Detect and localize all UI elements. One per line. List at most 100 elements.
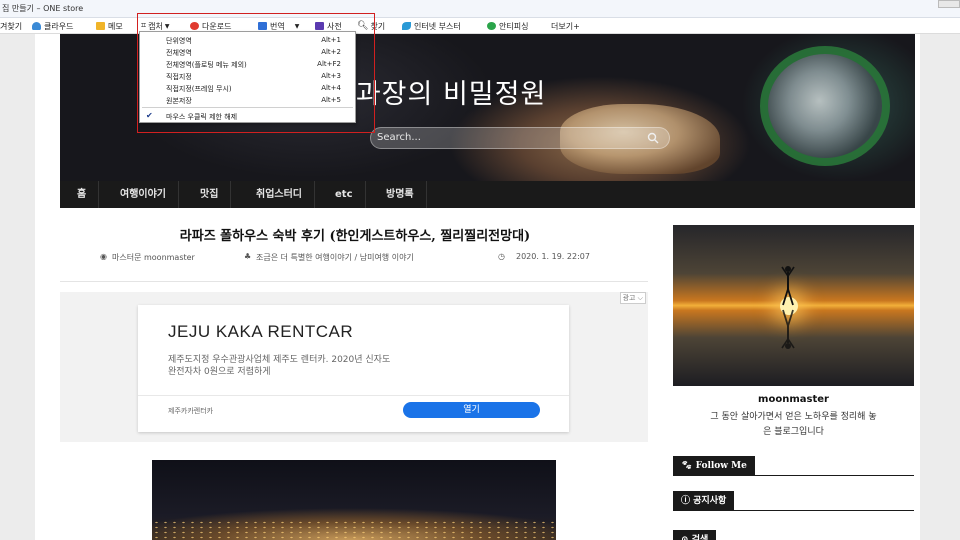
bookmark-find-label: 찾기 <box>370 21 386 31</box>
window-control-button[interactable] <box>938 0 960 8</box>
bookmark-memo-label: 메모 <box>108 21 123 31</box>
download-icon <box>190 22 199 30</box>
bookmark-more[interactable]: 더보기+ <box>551 19 580 33</box>
folder-icon <box>96 22 105 30</box>
widget-search-label: 검색 <box>691 535 709 540</box>
bookmark-cloud-label: 클라우드 <box>44 21 74 31</box>
widget-follow-me-box[interactable]: 🐾︎ Follow Me <box>673 456 755 476</box>
menu-item-unlock-right-click[interactable]: ✔ 마우스 우클릭 제한 해제 <box>140 111 355 122</box>
menu-item-label: 마우스 우클릭 제한 해제 <box>166 113 238 121</box>
nav-guestbook[interactable]: 방명록 <box>374 181 427 208</box>
post-photo-night-city <box>152 460 556 540</box>
search-icon: 🔍︎ <box>357 21 369 31</box>
bookmark-more-label: 더보기+ <box>551 21 580 31</box>
person-reflection-figure <box>781 309 795 349</box>
search-placeholder: Search... <box>377 132 421 143</box>
menu-item-shortcut: Alt+F2 <box>317 60 341 68</box>
blog-title[interactable]: 문과장의 비밀정원 <box>330 72 546 111</box>
profile-description-line1: 그 동안 살아가면서 얻은 노하우를 정리해 놓 <box>710 412 877 422</box>
post-author[interactable]: 마스터문 moonmaster <box>112 252 195 263</box>
nav-job-study[interactable]: 취업스터디 <box>244 181 315 208</box>
chevron-down-icon: ▼ <box>164 22 170 30</box>
rocket-icon <box>402 22 411 30</box>
post-date: 2020. 1. 19. 22:07 <box>516 252 590 261</box>
bookmark-cloud[interactable]: 클라우드 <box>32 19 73 33</box>
menu-item-manual-select-no-frame[interactable]: 직접지정(프레임 무시) Alt+4 <box>140 83 355 94</box>
bookmark-find[interactable]: 🔍︎ 찾기 <box>357 19 385 33</box>
ad-banner: 광고 ⌵ JEJU KAKA RENTCAR 제주도지정 우수관광사업체 제주도… <box>60 292 648 442</box>
bookmark-antiphishing[interactable]: 안티피싱 <box>487 19 528 33</box>
menu-item-shortcut: Alt+4 <box>321 84 341 92</box>
nav-travel[interactable]: 여행이야기 <box>108 181 179 208</box>
crop-icon: ⌗ <box>141 21 147 31</box>
menu-item-label: 전체영역(플로팅 메뉴 제외) <box>166 61 247 69</box>
chevron-down-icon: ▼ <box>294 22 300 30</box>
menu-item-full-area[interactable]: 전체영역 Alt+2 <box>140 47 355 58</box>
profile-name: moonmaster <box>758 394 829 405</box>
menu-item-shortcut: Alt+3 <box>321 72 341 80</box>
ad-divider <box>138 395 569 396</box>
translate-icon <box>258 22 267 30</box>
bookmark-dictionary-label: 사전 <box>327 21 342 31</box>
cloud-icon <box>32 22 41 30</box>
info-icon: ⓘ <box>681 496 694 506</box>
menu-item-full-area-no-floating[interactable]: 전체영역(플로팅 메뉴 제외) Alt+F2 <box>140 59 355 70</box>
bookmark-memo[interactable]: 메모 <box>96 19 123 33</box>
menu-item-label: 직접지정(프레임 무시) <box>166 85 232 93</box>
city-lights <box>152 520 556 540</box>
checkmark-icon: ✔ <box>146 111 153 120</box>
nav-etc[interactable]: etc <box>323 181 366 208</box>
menu-item-shortcut: Alt+5 <box>321 96 341 104</box>
ad-brand: 제주카카렌터카 <box>168 407 214 415</box>
post-meta: ◉ 마스터문 moonmaster ♣ 조금은 더 특별한 여행이야기 / 남미… <box>100 252 620 266</box>
nav-home[interactable]: 홈 <box>65 181 100 208</box>
widget-notice-box[interactable]: ⓘ 공지사항 <box>673 491 735 511</box>
paw-icon: 🐾︎ <box>681 461 696 471</box>
profile-description: 그 동안 살아가면서 얻은 노하우를 정리해 놓 은 블로그입니다 <box>673 410 914 440</box>
widget-notice-label: 공지사항 <box>693 496 727 506</box>
clock-icon: ◷ <box>498 252 505 261</box>
category-icon: ♣ <box>244 252 252 261</box>
menu-item-shortcut: Alt+2 <box>321 48 341 56</box>
widget-follow-me-label: Follow Me <box>695 461 747 471</box>
menu-separator <box>142 107 353 108</box>
widget-underline <box>673 475 914 476</box>
widget-underline <box>673 510 914 511</box>
search-input[interactable]: Search... <box>370 127 670 149</box>
bookmark-capture-label: 캡처 <box>148 21 163 31</box>
ad-tag[interactable]: 광고 ⌵ <box>619 292 646 304</box>
ad-headline[interactable]: JEJU KAKA RENTCAR <box>168 322 353 342</box>
shield-icon <box>487 22 496 30</box>
window-title: 집 만들기 – ONE store <box>2 4 84 13</box>
menu-item-shortcut: Alt+1 <box>321 36 341 44</box>
ad-description-line2: 완전자차 0원으로 저렴하게 <box>168 367 271 377</box>
bookmark-translate-label: 번역 <box>270 21 285 31</box>
capture-dropdown-menu: 단위영역 Alt+1 전체영역 Alt+2 전체영역(플로팅 메뉴 제외) Al… <box>139 31 356 123</box>
nav-food[interactable]: 맛집 <box>188 181 232 208</box>
post-category[interactable]: 조금은 더 특별한 여행이야기 / 남미여행 이야기 <box>256 252 414 263</box>
menu-item-unit-area[interactable]: 단위영역 Alt+1 <box>140 35 355 46</box>
bookmark-favorites[interactable]: 겨찾기 <box>0 19 22 33</box>
bookmark-booster[interactable]: 인터넷 부스터 <box>402 19 461 33</box>
profile-photo[interactable] <box>673 225 914 386</box>
menu-item-label: 전체영역 <box>166 49 192 57</box>
dictionary-icon <box>315 22 324 30</box>
window-title-bar: 집 만들기 – ONE store <box>0 0 960 18</box>
menu-item-save-original[interactable]: 원본저장 Alt+5 <box>140 95 355 106</box>
profile-description-line2: 은 블로그입니다 <box>763 427 824 437</box>
ad-open-button[interactable]: 열기 <box>403 402 540 418</box>
bookmark-favorites-label: 겨찾기 <box>0 21 23 31</box>
menu-item-label: 직접지정 <box>166 73 192 81</box>
post-title[interactable]: 라파즈 폴하우스 숙박 후기 (한인게스트하우스, 찔리찔리전망대) <box>60 225 650 244</box>
jumping-person-figure <box>781 266 795 306</box>
screen: 집 만들기 – ONE store 겨찾기 클라우드 메모 ⌗ 캡처 ▼ 다운로… <box>0 0 960 540</box>
menu-item-manual-select[interactable]: 직접지정 Alt+3 <box>140 71 355 82</box>
menu-item-label: 단위영역 <box>166 37 192 45</box>
bookmark-download-label: 다운로드 <box>202 21 232 31</box>
menu-item-label: 원본저장 <box>166 97 192 105</box>
search-icon[interactable] <box>647 132 659 144</box>
search-icon: ⊙ <box>681 535 692 540</box>
widget-search-box[interactable]: ⊙ 검색 <box>673 530 717 540</box>
ad-card[interactable]: JEJU KAKA RENTCAR 제주도지정 우수관광사업체 제주도 렌터카.… <box>138 305 569 432</box>
post-divider <box>60 281 648 282</box>
